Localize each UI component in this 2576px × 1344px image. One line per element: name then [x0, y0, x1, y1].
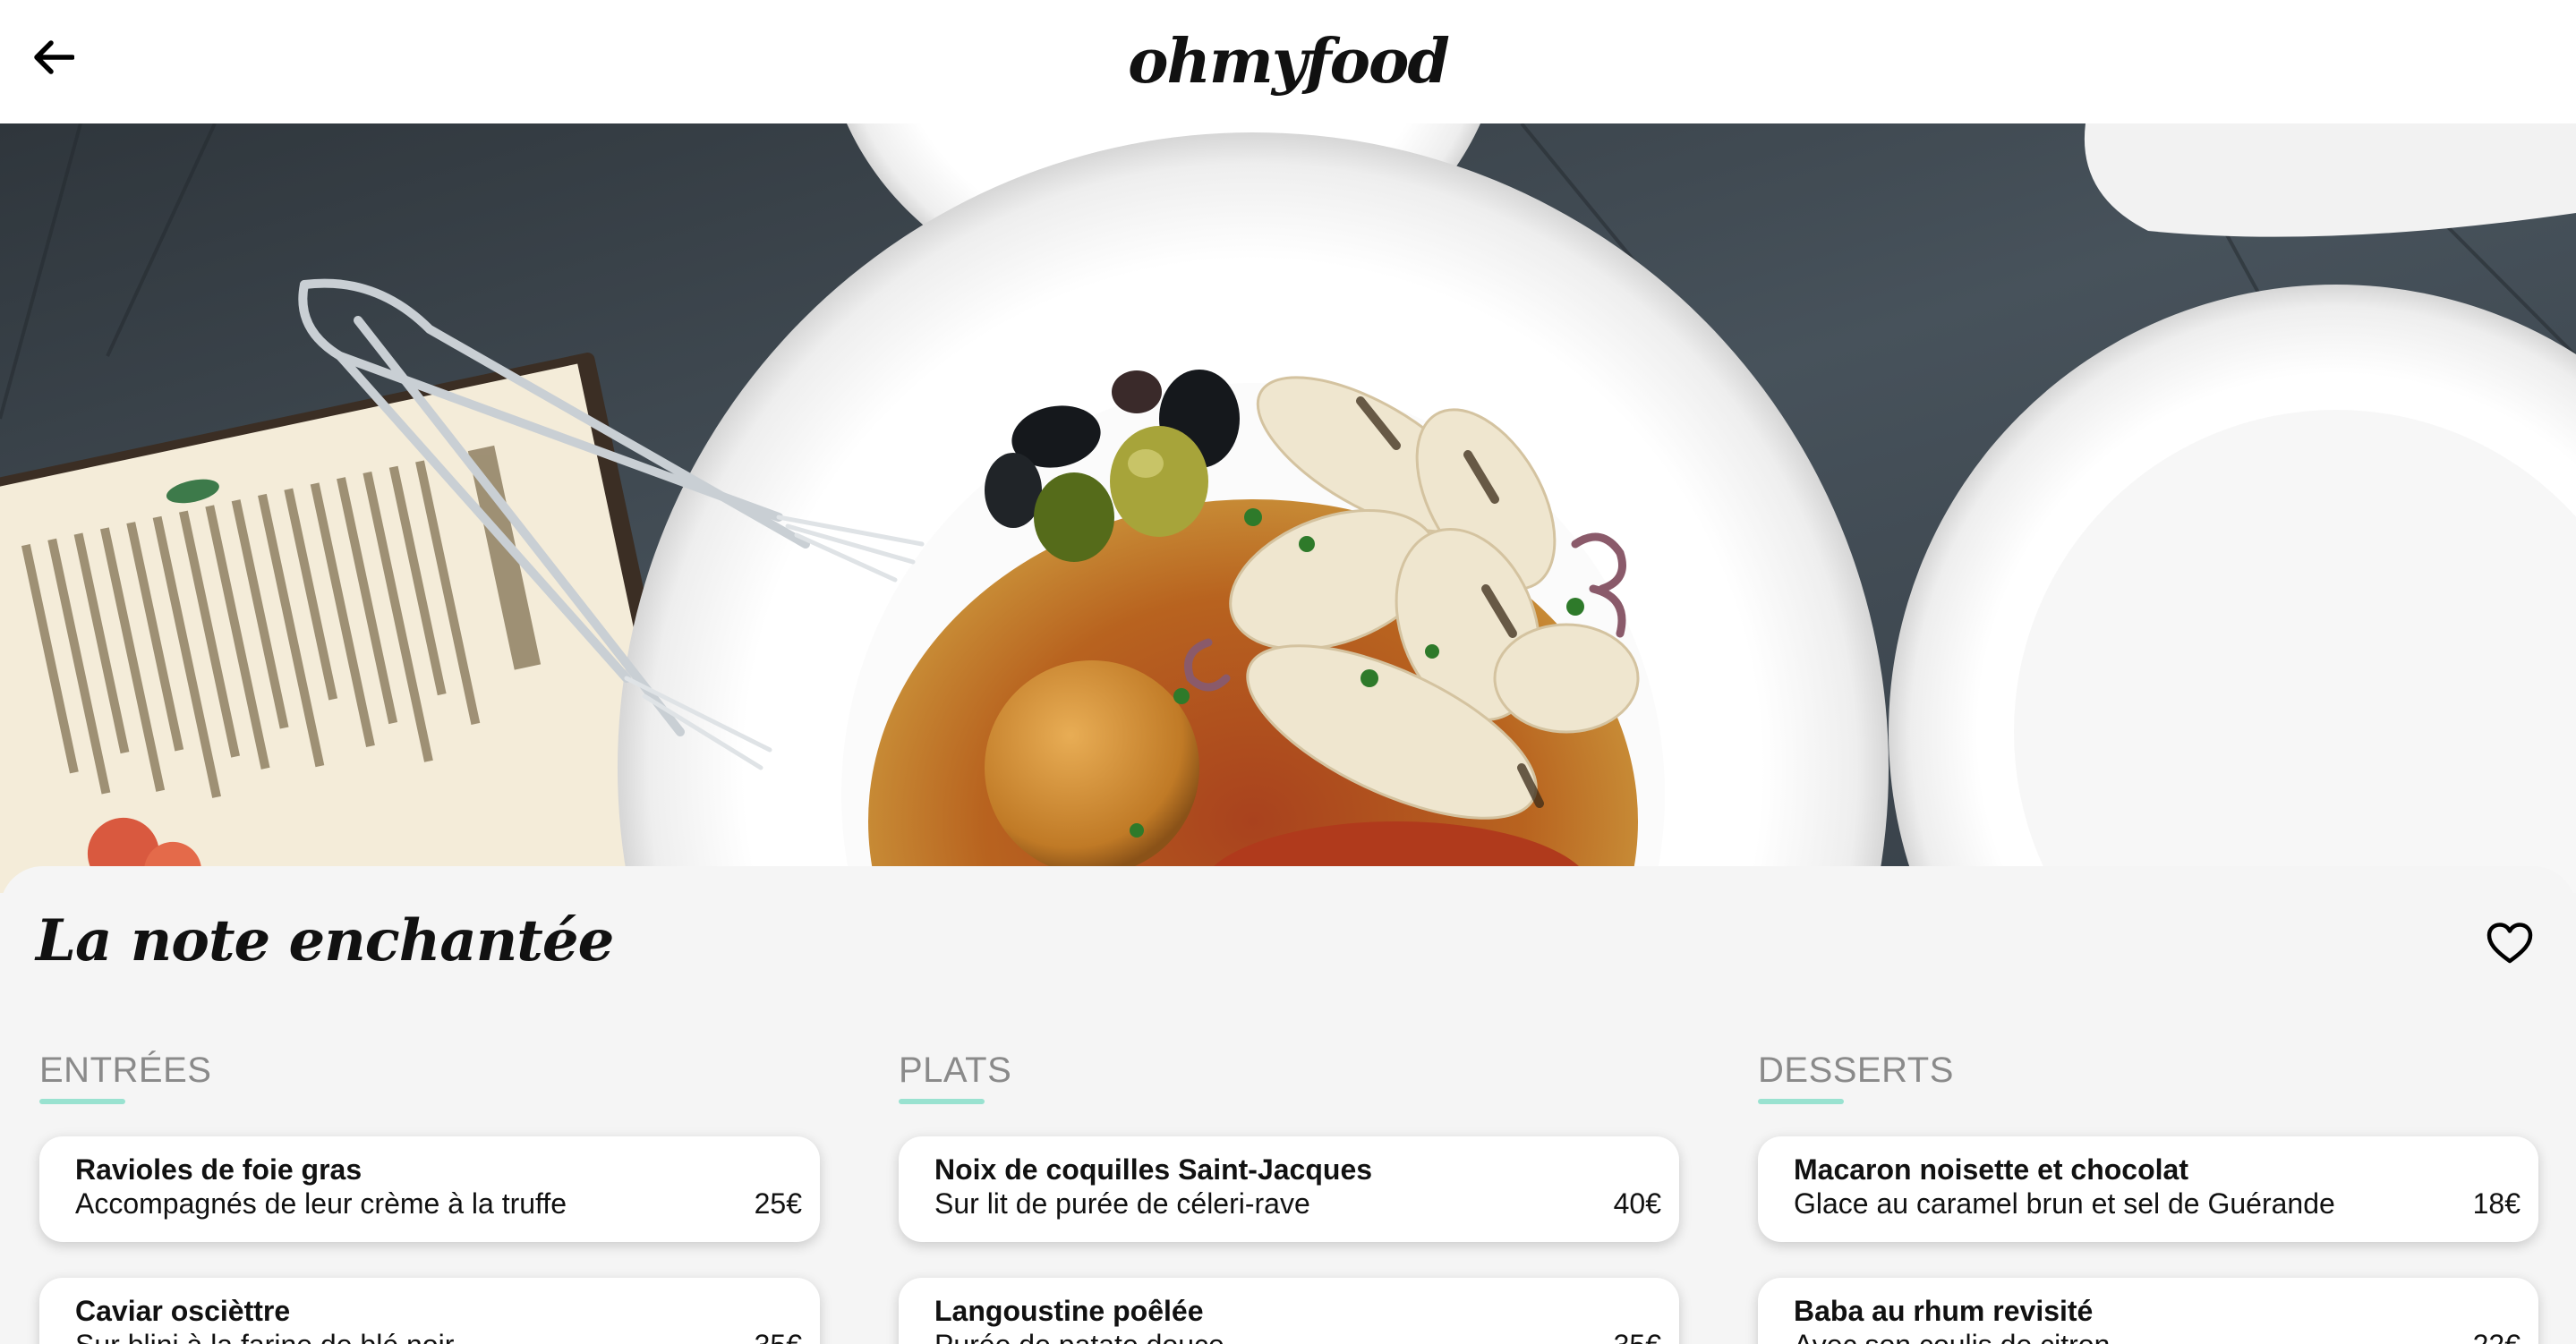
dish-price: 35€	[755, 1328, 802, 1344]
category-title: DESSERTS	[1758, 1051, 1954, 1090]
dish-description: Sur lit de purée de céleri-rave	[934, 1187, 1310, 1220]
category-title: PLATS	[899, 1051, 1012, 1090]
dish-price: 40€	[1613, 1187, 1661, 1220]
restaurant-name: La note enchantée	[36, 907, 614, 974]
dish-card[interactable]: Langoustine poêlée Purée de patate douce…	[899, 1278, 1679, 1344]
category-underline	[899, 1099, 985, 1104]
dish-name: Macaron noisette et chocolat	[1794, 1153, 2188, 1186]
menu-column-entrees: ENTRÉES Ravioles de foie gras Accompagné…	[39, 1049, 820, 1344]
dish-price: 35€	[1614, 1328, 1661, 1344]
dish-description: Avec son coulis de citron	[1794, 1328, 2503, 1344]
dish-price: 25€	[754, 1187, 802, 1220]
dish-name: Caviar oscièttre	[75, 1295, 291, 1327]
dish-name: Noix de coquilles Saint-Jacques	[934, 1153, 1373, 1186]
dish-card[interactable]: Baba au rhum revisité Avec son coulis de…	[1758, 1278, 2538, 1344]
app-header: ohmyfood	[0, 0, 2576, 123]
menu-column-plats: PLATS Noix de coquilles Saint-Jacques Su…	[899, 1049, 1679, 1344]
dish-price: 22€	[2473, 1328, 2521, 1344]
dish-card[interactable]: Ravioles de foie gras Accompagnés de leu…	[39, 1136, 820, 1242]
dish-name: Baba au rhum revisité	[1794, 1295, 2094, 1327]
restaurant-hero-image	[0, 123, 2576, 893]
heart-outline-icon	[2486, 923, 2533, 964]
dish-description: Accompagnés de leur crème à la truffe	[75, 1187, 567, 1220]
favorite-button[interactable]	[2483, 916, 2537, 970]
dish-card[interactable]: Caviar oscièttre Sur blini à la farine d…	[39, 1278, 820, 1344]
dish-card[interactable]: Noix de coquilles Saint-Jacques Sur lit …	[899, 1136, 1679, 1242]
dish-description: Purée de patate douce	[934, 1328, 1643, 1344]
app-logo[interactable]: ohmyfood	[1128, 26, 1450, 98]
dish-name: Langoustine poêlée	[934, 1295, 1204, 1327]
menu-column-desserts: DESSERTS Macaron noisette et chocolat Gl…	[1758, 1049, 2538, 1344]
dish-description: Glace au caramel brun et sel de Guérande	[1794, 1187, 2335, 1220]
back-button[interactable]	[25, 29, 82, 86]
category-underline	[1758, 1099, 1844, 1104]
dish-price: 18€	[2472, 1187, 2521, 1220]
restaurant-panel: La note enchantée ENTRÉES Ravioles de fo…	[0, 866, 2576, 1344]
dish-description: Sur blini à la farine de blé noir	[75, 1328, 784, 1344]
arrow-left-icon	[34, 40, 74, 74]
category-title: ENTRÉES	[39, 1051, 212, 1090]
dish-name: Ravioles de foie gras	[75, 1153, 363, 1186]
dish-card[interactable]: Macaron noisette et chocolat Glace au ca…	[1758, 1136, 2538, 1242]
category-underline	[39, 1099, 125, 1104]
